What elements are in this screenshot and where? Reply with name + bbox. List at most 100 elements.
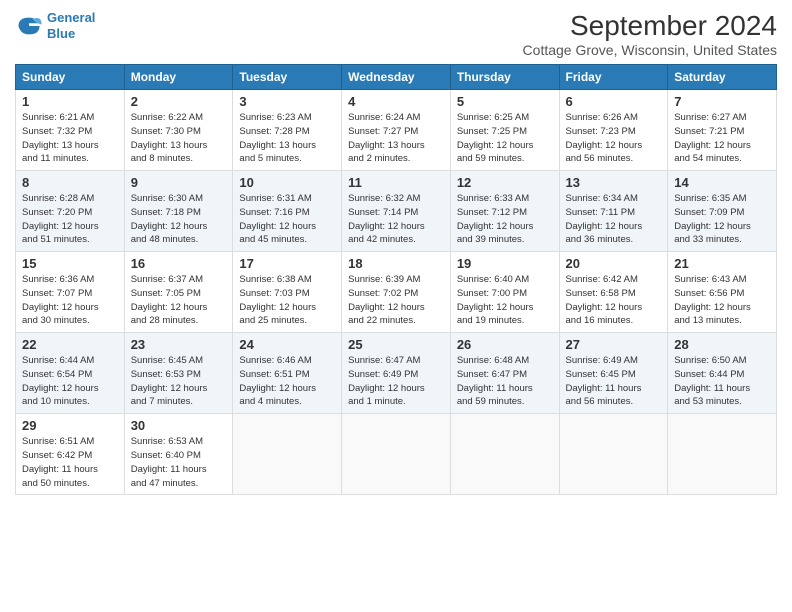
cell-content: Sunrise: 6:48 AMSunset: 6:47 PMDaylight:… bbox=[457, 354, 553, 409]
cell-line: Daylight: 12 hours bbox=[674, 301, 770, 315]
day-number: 19 bbox=[457, 256, 553, 271]
cell-line: Daylight: 12 hours bbox=[674, 139, 770, 153]
cell-line: Sunrise: 6:33 AM bbox=[457, 192, 553, 206]
cell-content: Sunrise: 6:45 AMSunset: 6:53 PMDaylight:… bbox=[131, 354, 227, 409]
cell-line: Sunrise: 6:30 AM bbox=[131, 192, 227, 206]
cell-content: Sunrise: 6:36 AMSunset: 7:07 PMDaylight:… bbox=[22, 273, 118, 328]
day-number: 20 bbox=[566, 256, 662, 271]
main-title: September 2024 bbox=[523, 10, 777, 42]
week-row-2: 8Sunrise: 6:28 AMSunset: 7:20 PMDaylight… bbox=[16, 171, 777, 252]
cell-line: Sunrise: 6:53 AM bbox=[131, 435, 227, 449]
cell-line: and 54 minutes. bbox=[674, 152, 770, 166]
cell-line: and 10 minutes. bbox=[22, 395, 118, 409]
column-header-friday: Friday bbox=[559, 65, 668, 90]
cell-line: Daylight: 12 hours bbox=[457, 220, 553, 234]
cell-line: Daylight: 11 hours bbox=[674, 382, 770, 396]
calendar-cell: 19 Sunrise: 6:40 AMSunset: 7:00 PMDayligh… bbox=[450, 252, 559, 333]
cell-content: Sunrise: 6:51 AMSunset: 6:42 PMDaylight:… bbox=[22, 435, 118, 490]
calendar-cell: 16 Sunrise: 6:37 AMSunset: 7:05 PMDayligh… bbox=[124, 252, 233, 333]
cell-line: and 56 minutes. bbox=[566, 395, 662, 409]
cell-line: Daylight: 12 hours bbox=[131, 220, 227, 234]
day-number: 25 bbox=[348, 337, 444, 352]
cell-line: Sunset: 7:09 PM bbox=[674, 206, 770, 220]
cell-line: and 39 minutes. bbox=[457, 233, 553, 247]
cell-line: Sunrise: 6:21 AM bbox=[22, 111, 118, 125]
day-number: 18 bbox=[348, 256, 444, 271]
logo-icon bbox=[15, 12, 43, 40]
day-number: 30 bbox=[131, 418, 227, 433]
cell-line: Sunset: 7:25 PM bbox=[457, 125, 553, 139]
cell-line: Sunrise: 6:45 AM bbox=[131, 354, 227, 368]
day-number: 27 bbox=[566, 337, 662, 352]
day-number: 16 bbox=[131, 256, 227, 271]
day-number: 26 bbox=[457, 337, 553, 352]
cell-line: Sunset: 7:18 PM bbox=[131, 206, 227, 220]
calendar-cell: 22Sunrise: 6:44 AMSunset: 6:54 PMDayligh… bbox=[16, 333, 125, 414]
cell-line: Sunset: 7:00 PM bbox=[457, 287, 553, 301]
cell-content: Sunrise: 6:43 AMSunset: 6:56 PMDaylight:… bbox=[674, 273, 770, 328]
cell-content: Sunrise: 6:39 AMSunset: 7:02 PMDaylight:… bbox=[348, 273, 444, 328]
calendar-cell: 24Sunrise: 6:46 AMSunset: 6:51 PMDayligh… bbox=[233, 333, 342, 414]
cell-line: Sunset: 7:20 PM bbox=[22, 206, 118, 220]
week-row-1: 1Sunrise: 6:21 AMSunset: 7:32 PMDaylight… bbox=[16, 90, 777, 171]
cell-line: and 47 minutes. bbox=[131, 477, 227, 491]
cell-line: and 45 minutes. bbox=[239, 233, 335, 247]
cell-content: Sunrise: 6:38 AMSunset: 7:03 PMDaylight:… bbox=[239, 273, 335, 328]
cell-line: and 25 minutes. bbox=[239, 314, 335, 328]
cell-line: Sunset: 6:56 PM bbox=[674, 287, 770, 301]
cell-content: Sunrise: 6:42 AMSunset: 6:58 PMDaylight:… bbox=[566, 273, 662, 328]
cell-line: Sunset: 7:30 PM bbox=[131, 125, 227, 139]
calendar-cell: 9Sunrise: 6:30 AMSunset: 7:18 PMDaylight… bbox=[124, 171, 233, 252]
cell-content: Sunrise: 6:46 AMSunset: 6:51 PMDaylight:… bbox=[239, 354, 335, 409]
week-row-5: 29Sunrise: 6:51 AMSunset: 6:42 PMDayligh… bbox=[16, 414, 777, 495]
cell-line: Daylight: 12 hours bbox=[348, 301, 444, 315]
cell-content: Sunrise: 6:40 AMSunset: 7:00 PMDaylight:… bbox=[457, 273, 553, 328]
cell-line: Sunset: 6:45 PM bbox=[566, 368, 662, 382]
calendar-cell: 20 Sunrise: 6:42 AMSunset: 6:58 PMDayligh… bbox=[559, 252, 668, 333]
title-block: September 2024 Cottage Grove, Wisconsin,… bbox=[523, 10, 777, 58]
cell-content: Sunrise: 6:37 AMSunset: 7:05 PMDaylight:… bbox=[131, 273, 227, 328]
cell-line: Sunrise: 6:31 AM bbox=[239, 192, 335, 206]
cell-line: Daylight: 13 hours bbox=[22, 139, 118, 153]
calendar-cell: 18 Sunrise: 6:39 AMSunset: 7:02 PMDayligh… bbox=[342, 252, 451, 333]
calendar-cell: 28Sunrise: 6:50 AMSunset: 6:44 PMDayligh… bbox=[668, 333, 777, 414]
cell-line: and 28 minutes. bbox=[131, 314, 227, 328]
cell-line: and 1 minute. bbox=[348, 395, 444, 409]
cell-line: and 42 minutes. bbox=[348, 233, 444, 247]
cell-line: Daylight: 12 hours bbox=[22, 382, 118, 396]
day-number: 13 bbox=[566, 175, 662, 190]
cell-line: Daylight: 12 hours bbox=[566, 220, 662, 234]
cell-line: Sunset: 7:07 PM bbox=[22, 287, 118, 301]
cell-line: Sunrise: 6:46 AM bbox=[239, 354, 335, 368]
cell-line: Daylight: 11 hours bbox=[457, 382, 553, 396]
cell-line: Sunset: 7:03 PM bbox=[239, 287, 335, 301]
logo-line1: General bbox=[47, 10, 95, 26]
calendar-cell bbox=[450, 414, 559, 495]
cell-line: Sunrise: 6:49 AM bbox=[566, 354, 662, 368]
calendar-cell: 12Sunrise: 6:33 AMSunset: 7:12 PMDayligh… bbox=[450, 171, 559, 252]
cell-line: and 59 minutes. bbox=[457, 395, 553, 409]
cell-line: Sunrise: 6:36 AM bbox=[22, 273, 118, 287]
cell-line: and 59 minutes. bbox=[457, 152, 553, 166]
cell-content: Sunrise: 6:30 AMSunset: 7:18 PMDaylight:… bbox=[131, 192, 227, 247]
calendar-cell: 11Sunrise: 6:32 AMSunset: 7:14 PMDayligh… bbox=[342, 171, 451, 252]
cell-content: Sunrise: 6:26 AMSunset: 7:23 PMDaylight:… bbox=[566, 111, 662, 166]
cell-line: Sunset: 7:14 PM bbox=[348, 206, 444, 220]
calendar-cell bbox=[559, 414, 668, 495]
day-number: 3 bbox=[239, 94, 335, 109]
cell-line: Sunrise: 6:37 AM bbox=[131, 273, 227, 287]
column-header-monday: Monday bbox=[124, 65, 233, 90]
cell-line: and 33 minutes. bbox=[674, 233, 770, 247]
cell-content: Sunrise: 6:25 AMSunset: 7:25 PMDaylight:… bbox=[457, 111, 553, 166]
cell-line: Sunset: 6:40 PM bbox=[131, 449, 227, 463]
cell-line: Sunrise: 6:48 AM bbox=[457, 354, 553, 368]
day-number: 5 bbox=[457, 94, 553, 109]
cell-line: Sunset: 7:28 PM bbox=[239, 125, 335, 139]
calendar-cell: 23Sunrise: 6:45 AMSunset: 6:53 PMDayligh… bbox=[124, 333, 233, 414]
week-row-3: 15Sunrise: 6:36 AMSunset: 7:07 PMDayligh… bbox=[16, 252, 777, 333]
calendar-cell: 29Sunrise: 6:51 AMSunset: 6:42 PMDayligh… bbox=[16, 414, 125, 495]
cell-line: Sunrise: 6:28 AM bbox=[22, 192, 118, 206]
calendar-cell: 1Sunrise: 6:21 AMSunset: 7:32 PMDaylight… bbox=[16, 90, 125, 171]
cell-line: Sunset: 6:51 PM bbox=[239, 368, 335, 382]
subtitle: Cottage Grove, Wisconsin, United States bbox=[523, 42, 777, 58]
